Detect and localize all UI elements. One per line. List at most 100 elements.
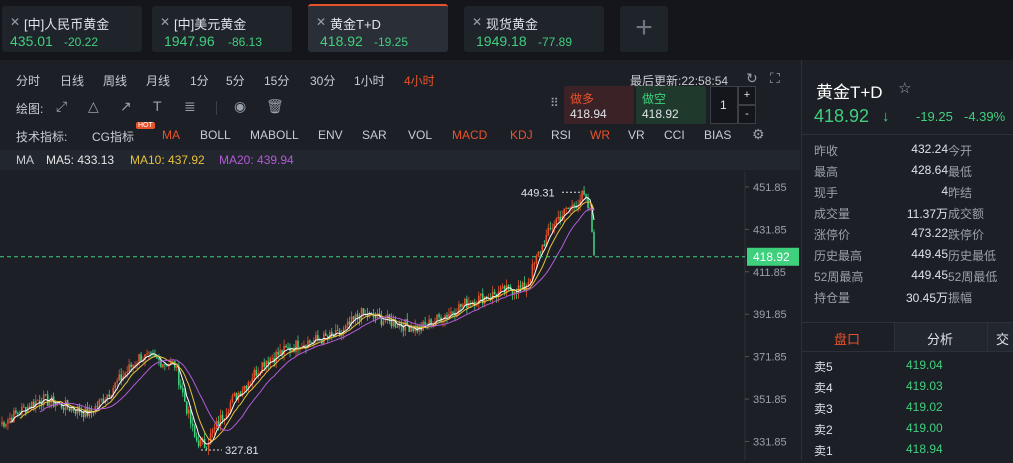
period-1min[interactable]: 1分 [190, 72, 209, 89]
ma10-line [19, 201, 595, 442]
fib-tool-icon[interactable]: ≣ [184, 98, 196, 115]
period-month[interactable]: 月线 [146, 72, 170, 89]
ma20-line [39, 208, 595, 431]
buy-long-button[interactable]: 做多 418.94 [564, 86, 634, 124]
candle-body [555, 218, 558, 225]
candle-body [62, 407, 65, 410]
indicator-wr[interactable]: WR [590, 128, 610, 142]
candle-body [549, 227, 552, 229]
candle-body [17, 412, 19, 414]
stat-label: 振幅 [948, 291, 973, 305]
y-tick-label: 331.85 [753, 436, 787, 448]
candle-body [156, 356, 158, 359]
tab-change: -19.25 [374, 35, 409, 49]
indicator-macd[interactable]: MACD [452, 128, 487, 142]
candle-body [118, 374, 120, 381]
period-day[interactable]: 日线 [60, 72, 84, 89]
candle-body [493, 291, 496, 295]
tab-trades[interactable]: 交 [988, 323, 1013, 351]
indicator-cci[interactable]: CCI [664, 128, 685, 142]
trash-icon[interactable]: 🗑 [266, 98, 284, 115]
candlestick-chart[interactable]: 451.85 431.85 411.85 391.85 371.85 351.85 331.… [0, 172, 800, 460]
period-1hour[interactable]: 1小时 [354, 72, 385, 89]
favorite-star-icon[interactable]: ☆ [898, 79, 911, 97]
indicator-vol[interactable]: VOL [408, 128, 432, 142]
orderbook-row[interactable]: 卖5 419.04 [814, 358, 1013, 379]
add-tab-button[interactable]: + [620, 6, 668, 52]
tab-gold-td[interactable]: ✕ 黄金T+D 418.92 -19.25 [308, 4, 448, 52]
indicator-maboll[interactable]: MABOLL [250, 128, 299, 142]
candle-body [92, 412, 95, 414]
close-icon[interactable]: ✕ [316, 15, 326, 29]
indicator-bias[interactable]: BIAS [704, 128, 731, 142]
candle-body [573, 204, 575, 206]
candle-body [70, 407, 73, 411]
close-icon[interactable]: ✕ [10, 15, 20, 29]
settings-icon[interactable]: ⚙ [752, 126, 765, 143]
quantity-plus-button[interactable]: + [738, 86, 756, 105]
stat-row: 52周最高 449.45 52周最低 [814, 268, 1013, 288]
triangle-tool-icon[interactable]: △ [88, 98, 99, 115]
right-tabs: 盘口 分析 交 [802, 322, 1013, 352]
indicator-boll[interactable]: BOLL [200, 128, 231, 142]
orderbook-row[interactable]: 卖2 419.00 [814, 421, 1013, 442]
stat-label: 最低 [948, 165, 973, 179]
stat-value: 432.24 [911, 142, 948, 156]
indicators-label: 技术指标: [16, 130, 68, 144]
candle-body [537, 251, 540, 256]
eye-icon[interactable]: ◉ [234, 98, 246, 115]
indicator-env[interactable]: ENV [318, 128, 343, 142]
instrument-percent: -4.39% [964, 109, 1006, 124]
tab-spot-gold[interactable]: ✕ 现货黄金 1949.18 -77.89 [464, 6, 604, 52]
stat-row: 历史最高 449.45 历史最低 [814, 247, 1013, 267]
candle-body [362, 308, 365, 315]
candle-body [533, 262, 536, 265]
period-15min[interactable]: 15分 [264, 72, 289, 89]
ask-level: 卖1 [814, 444, 833, 458]
indicator-ma[interactable]: MA [162, 128, 180, 142]
period-timeshare[interactable]: 分时 [16, 72, 40, 89]
tab-cny-gold[interactable]: ✕ [中]人民币黄金 435.01 -20.22 [2, 6, 142, 52]
stat-label: 今开 [948, 144, 973, 158]
tab-usd-gold[interactable]: ✕ [中]美元黄金 1947.96 -86.13 [152, 6, 292, 52]
candle-body [519, 285, 522, 288]
indicator-kdj[interactable]: KDJ [510, 128, 533, 142]
drag-handle-icon[interactable]: ⠿ [550, 96, 559, 110]
indicator-cg[interactable]: CG指标 [92, 128, 134, 145]
period-week[interactable]: 周线 [103, 72, 127, 89]
buy-price: 418.94 [570, 107, 607, 121]
close-icon[interactable]: ✕ [472, 15, 482, 29]
fullscreen-icon[interactable]: ⛶ [770, 70, 780, 87]
down-arrow-icon: ↓ [882, 108, 890, 125]
candle-body [108, 394, 111, 397]
stat-label: 52周最高 [814, 270, 864, 284]
line-tool-icon[interactable]: ⤢ [56, 98, 67, 115]
orderbook-row[interactable]: 卖4 419.03 [814, 379, 1013, 400]
sell-short-button[interactable]: 做空 418.92 [636, 86, 706, 124]
stat-value: 30.45万 [905, 291, 948, 305]
period-30min[interactable]: 30分 [310, 72, 335, 89]
orderbook-row[interactable]: 卖3 419.02 [814, 400, 1013, 421]
candle-body [251, 378, 254, 382]
candle-body [267, 361, 269, 364]
arrow-tool-icon[interactable]: ↗ [120, 98, 132, 115]
candle-body [593, 232, 595, 256]
candle-body [179, 385, 182, 389]
period-4hour[interactable]: 4小时 [404, 72, 435, 89]
text-tool-icon[interactable]: T [153, 98, 162, 114]
candle-body [436, 314, 438, 322]
quantity-minus-button[interactable]: - [738, 105, 756, 124]
quantity-input[interactable]: 1 [710, 86, 738, 124]
indicator-vr[interactable]: VR [628, 128, 645, 142]
indicator-rsi[interactable]: RSI [551, 128, 571, 142]
tab-orderbook[interactable]: 盘口 [802, 323, 895, 351]
candle-body [275, 351, 277, 363]
refresh-icon[interactable]: ↻ [746, 70, 758, 87]
candle-body [483, 296, 486, 304]
indicator-sar[interactable]: SAR [362, 128, 387, 142]
y-tick-label: 351.85 [753, 394, 787, 406]
y-tick-label: 371.85 [753, 352, 787, 364]
tab-analysis[interactable]: 分析 [895, 323, 988, 351]
period-5min[interactable]: 5分 [226, 72, 245, 89]
close-icon[interactable]: ✕ [160, 15, 170, 29]
